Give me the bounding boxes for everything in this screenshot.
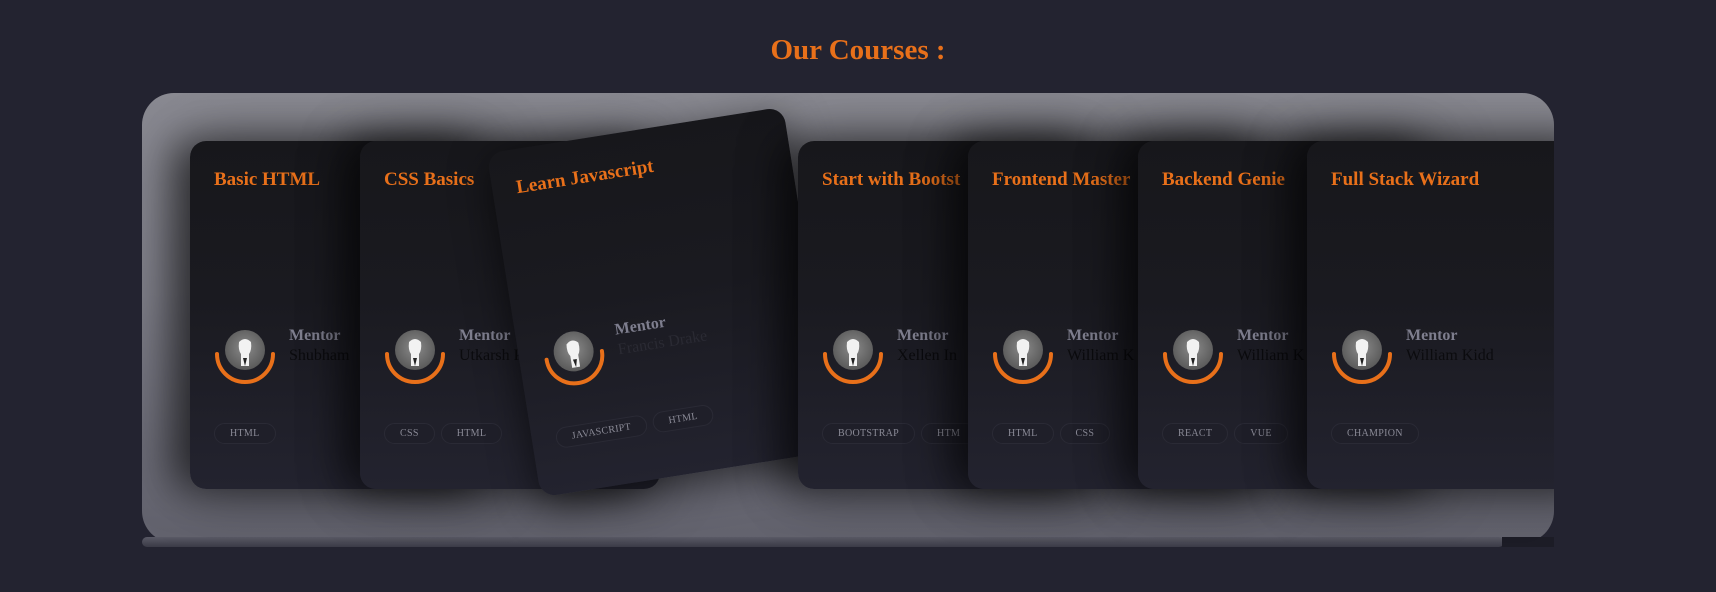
tag-list: HTML <box>214 423 276 444</box>
mentor-name: Xellen In <box>897 347 957 364</box>
course-carousel: Basic HTML Mentor Shubham HTML CSS Basic… <box>142 93 1554 543</box>
carousel-shelf <box>142 537 1504 547</box>
mentor-name: William K <box>1067 347 1135 364</box>
tag-list: CHAMPION <box>1331 423 1419 444</box>
course-title: CSS Basics <box>384 169 475 190</box>
course-tag[interactable]: CSS <box>384 423 435 444</box>
course-tag[interactable]: HTML <box>214 423 276 444</box>
mentor-block: Mentor William Kidd <box>1331 327 1554 387</box>
tag-list: BOOTSTRAP HTM <box>822 423 977 444</box>
mentor-label: Mentor <box>1237 327 1289 344</box>
course-title: Basic HTML <box>214 169 321 190</box>
course-tag[interactable]: VUE <box>1234 423 1288 444</box>
mentor-avatar <box>384 327 445 387</box>
mentor-label: Mentor <box>459 327 511 344</box>
mentor-avatar <box>1331 327 1392 387</box>
course-tag[interactable]: JAVASCRIPT <box>554 414 649 450</box>
mentor-label: Mentor <box>1406 327 1458 344</box>
mentor-label: Mentor <box>289 327 341 344</box>
mentor-avatar <box>539 324 608 393</box>
course-tag[interactable]: CHAMPION <box>1331 423 1419 444</box>
course-title: Frontend Master <box>992 169 1131 190</box>
course-tag[interactable]: HTML <box>440 423 503 444</box>
mentor-name: Shubham <box>289 347 350 364</box>
course-tag[interactable]: CSS <box>1059 423 1111 444</box>
mentor-label: Mentor <box>897 327 949 344</box>
carousel-shelf-end <box>1502 537 1554 547</box>
mentor-block: Mentor Francis Drake <box>539 293 805 393</box>
mentor-name: William Kidd <box>1406 347 1494 364</box>
mentor-avatar <box>214 327 275 387</box>
mentor-avatar <box>1162 327 1223 387</box>
course-title: Backend Genie <box>1162 169 1285 190</box>
course-title: Start with Bootst <box>822 169 961 190</box>
course-title: Learn Javascript <box>514 155 656 199</box>
tag-list: JAVASCRIPT HTML <box>554 403 716 450</box>
course-tag[interactable]: HTML <box>992 423 1054 444</box>
mentor-avatar <box>992 327 1053 387</box>
tag-list: HTML CSS <box>992 423 1111 444</box>
course-card-learn-javascript[interactable]: Learn Javascript Mentor Francis Drake JA… <box>486 106 838 498</box>
mentor-avatar <box>822 327 883 387</box>
tag-list: CSS HTML <box>384 423 503 444</box>
course-tag[interactable]: BOOTSTRAP <box>822 423 916 444</box>
course-card-full-stack-wizard[interactable]: Full Stack Wizard Mentor William Kidd CH… <box>1307 141 1554 489</box>
course-tag[interactable]: HTML <box>651 403 716 434</box>
course-title: Full Stack Wizard <box>1331 169 1480 190</box>
tag-list: REACT VUE <box>1162 423 1288 444</box>
mentor-label: Mentor <box>1067 327 1119 344</box>
page-title: Our Courses : <box>770 34 946 66</box>
mentor-name: William K <box>1237 347 1305 364</box>
course-tag[interactable]: REACT <box>1162 423 1229 444</box>
